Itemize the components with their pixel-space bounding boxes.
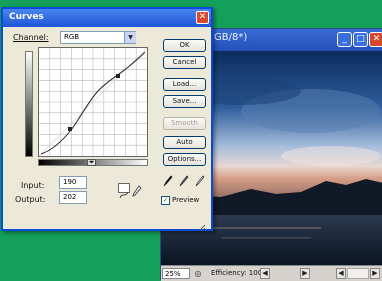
scroll-right-icon[interactable]: ▶ (370, 268, 380, 279)
close-icon[interactable]: ✕ (196, 11, 209, 24)
curves-titlebar[interactable]: Curves ✕ (3, 9, 211, 27)
curve-tool-icon[interactable] (118, 183, 130, 199)
curve-point-shadows (68, 127, 72, 131)
preview-label: Preview (172, 196, 200, 204)
status-nav-icon[interactable]: ◎ (193, 268, 203, 279)
close-window-button[interactable]: ✕ (369, 32, 382, 47)
zoom-field[interactable]: 25% (162, 268, 190, 279)
ok-button[interactable]: OK (163, 39, 206, 52)
chevron-down-icon[interactable]: ▼ (124, 32, 136, 43)
curves-dialog: Curves ✕ Channel: RGB ▼ ◂▸ Input: 190 Ou… (1, 7, 213, 232)
arrow-left-icon[interactable]: ◀ (260, 268, 270, 279)
scroll-left-icon[interactable]: ◀ (336, 268, 346, 279)
horizontal-scrollbar[interactable] (347, 268, 369, 279)
channel-label: Channel: (13, 33, 49, 42)
eyedropper-gray-icon[interactable] (179, 172, 189, 187)
gradient-toggle-icon[interactable]: ◂▸ (87, 159, 96, 166)
curve-point-highlights (116, 74, 120, 78)
image-status-bar: 25% ◎ Efficiency: 100% ◀ ▶ ◀ ▶ (161, 265, 382, 281)
load-button[interactable]: Load... (163, 78, 206, 91)
input-label: Input: (21, 181, 45, 190)
eyedropper-white-icon[interactable] (195, 172, 205, 187)
output-gradient-bar (25, 51, 33, 157)
minimize-button[interactable]: _ (337, 32, 352, 47)
cancel-button[interactable]: Cancel (163, 56, 206, 69)
options-button[interactable]: Options... (163, 153, 206, 166)
input-field[interactable]: 190 (59, 176, 87, 189)
preview-checkbox[interactable]: ✓ (161, 196, 170, 205)
image-window-title: GB/8*) (214, 32, 248, 43)
maximize-button[interactable]: □ (353, 32, 368, 47)
auto-button[interactable]: Auto (163, 136, 206, 149)
save-button[interactable]: Save... (163, 95, 206, 108)
resize-grip-icon[interactable] (197, 216, 206, 232)
curves-title: Curves (9, 12, 44, 22)
smooth-button: Smooth (163, 117, 206, 130)
eyedropper-black-icon[interactable] (163, 172, 173, 187)
curve-graph[interactable] (38, 47, 148, 157)
output-label: Output: (15, 195, 46, 204)
output-field[interactable]: 202 (59, 191, 87, 204)
arrow-right-icon[interactable]: ▶ (300, 268, 310, 279)
pencil-tool-icon[interactable] (132, 182, 142, 197)
